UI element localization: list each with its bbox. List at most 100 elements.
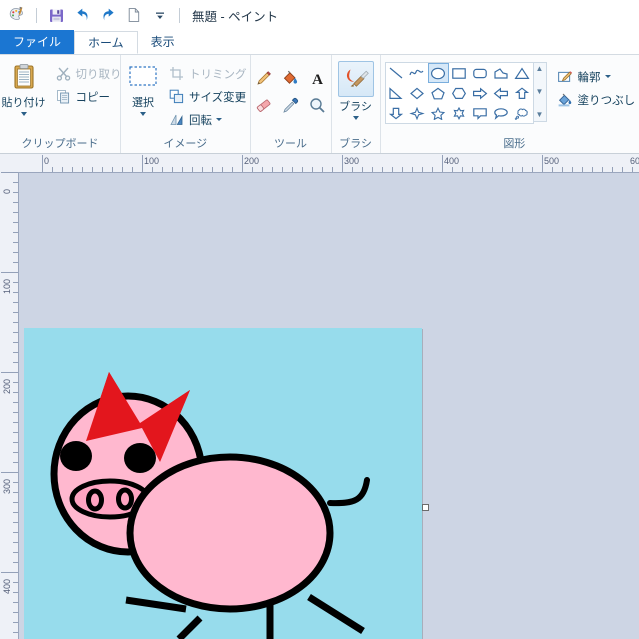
paint-palette-icon[interactable]	[6, 4, 28, 26]
rectangular-callout-shape[interactable]	[470, 103, 491, 123]
paste-dropdown-icon[interactable]	[20, 112, 27, 116]
image-group-label: イメージ	[163, 138, 208, 150]
polygon-shape[interactable]	[491, 63, 512, 83]
triangle-shape[interactable]	[512, 63, 533, 83]
h-ruler-label-300: 300	[344, 156, 360, 166]
fill-button[interactable]: 塗りつぶし	[554, 88, 639, 111]
v-ruler-label-0: 0	[2, 188, 12, 194]
rotate-label: 回転	[189, 114, 212, 127]
fill-bucket-icon[interactable]	[278, 65, 304, 91]
selection-handle-middle-right[interactable]	[422, 504, 429, 511]
shapes-gallery[interactable]	[384, 62, 534, 124]
rectangle-shape[interactable]	[449, 63, 470, 83]
resize-icon	[168, 88, 185, 105]
right-arrow-shape[interactable]	[470, 83, 491, 103]
color-picker-icon[interactable]	[278, 92, 304, 118]
tab-view[interactable]: 表示	[138, 31, 188, 54]
h-ruler-label-600: 600	[630, 156, 639, 166]
scroll-down-icon[interactable]: ▼	[536, 88, 544, 96]
tab-file[interactable]: ファイル	[0, 30, 75, 54]
ribbon-tabs: ファイル ホーム 表示	[0, 30, 639, 54]
line-shape[interactable]	[386, 63, 407, 83]
shapes-scrollbar[interactable]: ▲ ▼ ▼	[533, 62, 547, 122]
ruler-corner	[0, 154, 19, 173]
crop-icon	[168, 65, 185, 82]
cloud-callout-shape[interactable]	[512, 103, 533, 123]
select-dropdown-icon[interactable]	[140, 112, 146, 116]
ribbon: 貼り付け 切り取り コピー クリップボード 選択 トリミング サイズ変更 回転 …	[0, 54, 639, 154]
pentagon-shape[interactable]	[428, 83, 449, 103]
undo-icon[interactable]	[71, 4, 93, 26]
scroll-more-icon[interactable]: ▼	[536, 111, 544, 119]
horizontal-ruler: 0 100 200 300 400 500 600	[18, 154, 639, 173]
rotate-dropdown-icon[interactable]	[216, 118, 222, 121]
crop-button[interactable]: トリミング	[165, 62, 250, 85]
resize-button[interactable]: サイズ変更	[165, 85, 250, 108]
ellipse-shape[interactable]	[427, 63, 449, 83]
left-arrow-shape[interactable]	[491, 83, 512, 103]
paste-button[interactable]: 貼り付け	[0, 59, 52, 116]
clipboard-group-label: クリップボード	[21, 138, 99, 150]
chevron-down-icon[interactable]	[149, 4, 171, 26]
curve-shape[interactable]	[407, 63, 428, 83]
work-area: 0 100 200 300 400 500 600 0 100 200 300 …	[0, 154, 639, 639]
select-label: 選択	[132, 97, 154, 109]
shapes-group-label: 図形	[503, 138, 526, 150]
ribbon-group-brushes: ブラシ ブラシ	[330, 55, 380, 153]
text-icon[interactable]: A	[305, 65, 331, 91]
hexagon-shape[interactable]	[449, 83, 470, 103]
save-icon[interactable]	[45, 4, 67, 26]
clipboard-icon	[8, 61, 40, 93]
cut-button[interactable]: 切り取り	[52, 62, 125, 85]
five-point-star-shape[interactable]	[428, 103, 449, 123]
pencil-icon[interactable]	[251, 65, 277, 91]
eraser-icon[interactable]	[251, 92, 277, 118]
six-point-star-shape[interactable]	[449, 103, 470, 123]
copy-icon	[55, 88, 72, 105]
drawing-canvas[interactable]	[24, 328, 422, 639]
redo-icon[interactable]	[97, 4, 119, 26]
window-title: 無題 - ペイント	[192, 9, 279, 24]
quick-access-toolbar	[6, 4, 184, 26]
rotate-button[interactable]: 回転	[165, 108, 250, 131]
brushes-button[interactable]: ブラシ	[332, 59, 380, 120]
h-ruler-label-500: 500	[544, 156, 560, 166]
scroll-up-icon[interactable]: ▲	[536, 65, 544, 73]
fill-label: 塗りつぶし	[577, 94, 636, 107]
magnifier-icon[interactable]	[305, 92, 331, 118]
pig-leg-2	[176, 615, 203, 639]
tab-home[interactable]: ホーム	[74, 31, 138, 54]
title-bar: 無題 - ペイント	[0, 0, 639, 30]
four-point-star-shape[interactable]	[407, 103, 428, 123]
new-file-icon[interactable]	[123, 4, 145, 26]
resize-label: サイズ変更	[189, 91, 247, 104]
paste-label: 貼り付け	[1, 97, 46, 109]
right-triangle-shape[interactable]	[386, 83, 407, 103]
fill-bucket-small-icon	[557, 91, 574, 108]
paint-window: 無題 - ペイント ファイル ホーム 表示 貼り付け 切り取り コピー クリップ…	[0, 0, 639, 639]
ribbon-group-tools: A ツール	[249, 55, 331, 153]
down-arrow-shape[interactable]	[386, 103, 407, 123]
crop-label: トリミング	[189, 68, 247, 81]
outline-dropdown-icon[interactable]	[604, 75, 611, 78]
pig-tail	[327, 477, 370, 507]
pig-leg-4	[307, 594, 365, 634]
pig-nostril-left	[86, 488, 104, 512]
select-button[interactable]: 選択	[121, 59, 165, 116]
copy-button[interactable]: コピー	[52, 85, 125, 108]
qat-separator-1	[36, 7, 37, 23]
pig-right-eye	[124, 443, 156, 473]
qat-separator-2	[179, 7, 180, 23]
svg-text:A: A	[312, 72, 323, 88]
brushes-dropdown-icon[interactable]	[352, 116, 359, 120]
up-arrow-shape[interactable]	[512, 83, 533, 103]
outline-label: 輪郭	[577, 71, 601, 84]
rounded-callout-shape[interactable]	[491, 103, 512, 123]
v-ruler-label-200: 200	[2, 378, 12, 394]
diamond-shape[interactable]	[407, 83, 428, 103]
copy-label: コピー	[75, 91, 111, 104]
outline-button[interactable]: 輪郭	[554, 65, 639, 88]
rounded-rectangle-shape[interactable]	[470, 63, 491, 83]
h-ruler-label-200: 200	[244, 156, 260, 166]
ribbon-group-image: 選択 トリミング サイズ変更 回転 イメージ	[120, 55, 250, 153]
